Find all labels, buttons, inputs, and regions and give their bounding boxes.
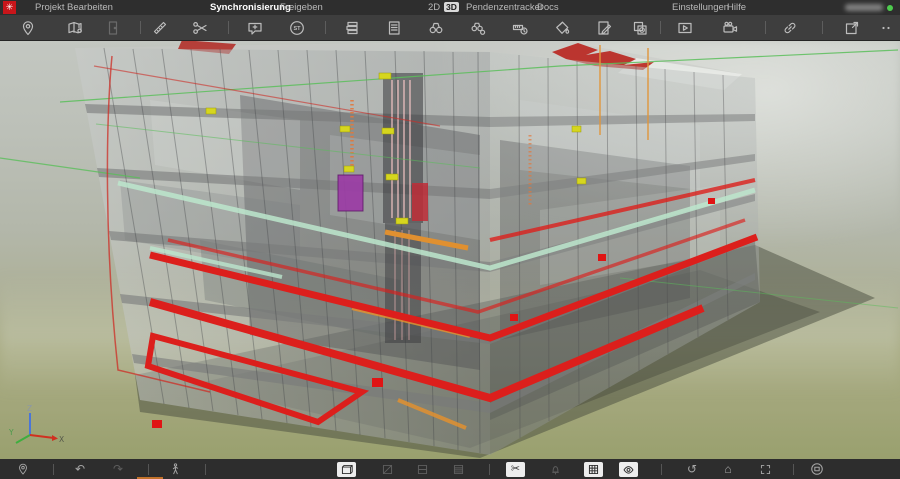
user-name-redacted[interactable] bbox=[845, 4, 883, 11]
filter-binoculars-icon[interactable] bbox=[466, 16, 490, 39]
building-model bbox=[0, 40, 900, 459]
menu-freigeben[interactable]: Freigeben bbox=[280, 0, 323, 15]
bim-viewer-window: ✳ Projekt Bearbeiten Synchronisierung Fr… bbox=[0, 0, 900, 479]
toolbar-divider bbox=[325, 21, 326, 34]
section-box-icon[interactable] bbox=[337, 462, 356, 477]
axis-z-label: Z bbox=[27, 404, 32, 413]
toolbar-divider bbox=[140, 21, 141, 34]
menu-docs[interactable]: Docs bbox=[537, 0, 559, 15]
clip-scissors-icon[interactable]: ✂ bbox=[506, 462, 525, 477]
annotate-document-icon[interactable] bbox=[592, 16, 616, 39]
open-external-icon[interactable] bbox=[840, 16, 864, 39]
door-icon[interactable] bbox=[101, 16, 125, 39]
undo-icon[interactable]: ↶ bbox=[69, 461, 91, 477]
toolbar-divider bbox=[661, 464, 662, 475]
axis-x-label: X bbox=[59, 435, 64, 444]
view-toolbar: ↶ ↷ ✂ ↺ ⌂ bbox=[0, 459, 900, 479]
menu-bearbeiten[interactable]: Bearbeiten bbox=[67, 0, 113, 15]
play-presentation-icon[interactable] bbox=[673, 16, 697, 39]
rotate-view-icon[interactable]: ↺ bbox=[681, 461, 703, 477]
section-plane-icon[interactable] bbox=[376, 461, 398, 477]
perspective-camera-icon[interactable] bbox=[806, 461, 828, 477]
measure-history-icon[interactable] bbox=[508, 16, 532, 39]
toolbar-divider bbox=[489, 464, 490, 475]
measure-pen-icon[interactable] bbox=[148, 16, 172, 39]
toolbar-divider bbox=[822, 21, 823, 34]
model-viewport[interactable]: Z Y X bbox=[0, 40, 900, 459]
toolbar-divider bbox=[793, 464, 794, 475]
properties-document-icon[interactable] bbox=[382, 16, 406, 39]
toolbar-divider bbox=[205, 464, 206, 475]
location-pin-icon[interactable] bbox=[16, 16, 40, 39]
svg-text:ST: ST bbox=[293, 26, 301, 32]
redo-icon[interactable]: ↷ bbox=[107, 461, 129, 477]
more-options-icon[interactable] bbox=[874, 16, 898, 39]
toolbar-divider bbox=[228, 21, 229, 34]
menu-einstellungen[interactable]: Einstellungen bbox=[672, 0, 729, 15]
app-logo-icon[interactable]: ✳ bbox=[3, 1, 16, 14]
axis-y-label: Y bbox=[8, 428, 14, 437]
section-fill-icon[interactable] bbox=[447, 461, 469, 477]
axis-gizmo[interactable]: Z Y X bbox=[8, 402, 66, 450]
paint-bucket-icon[interactable] bbox=[550, 16, 574, 39]
map-location-icon[interactable] bbox=[63, 16, 87, 39]
layers-stack-icon[interactable] bbox=[340, 16, 364, 39]
location-pin-icon[interactable] bbox=[12, 461, 34, 477]
toggle-3d-active[interactable]: 3D bbox=[444, 2, 459, 12]
section-cut-icon[interactable] bbox=[411, 461, 433, 477]
home-view-icon[interactable]: ⌂ bbox=[717, 461, 739, 477]
online-status-dot bbox=[887, 5, 893, 11]
search-binoculars-icon[interactable] bbox=[424, 16, 448, 39]
grid-view-icon[interactable] bbox=[584, 462, 603, 477]
toolbar-divider bbox=[53, 464, 54, 475]
stamp-st-icon[interactable]: ST bbox=[285, 16, 309, 39]
toolbar-divider bbox=[765, 21, 766, 34]
clip-scissors-icon[interactable] bbox=[188, 16, 212, 39]
menu-pendenzentracker[interactable]: Pendenzentracker bbox=[466, 0, 543, 15]
toggle-2d[interactable]: 2D bbox=[428, 0, 440, 15]
toolbar-divider bbox=[660, 21, 661, 34]
zoom-fit-icon[interactable] bbox=[754, 461, 776, 477]
add-comment-icon[interactable] bbox=[243, 16, 267, 39]
visibility-eye-icon[interactable] bbox=[619, 462, 638, 477]
menu-projekt[interactable]: Projekt bbox=[35, 0, 65, 15]
menu-hilfe[interactable]: Hilfe bbox=[727, 0, 746, 15]
walk-mode-icon[interactable] bbox=[164, 461, 186, 477]
toolbar-divider bbox=[148, 464, 149, 475]
notifications-icon[interactable] bbox=[544, 461, 566, 477]
menu-synchronisierung[interactable]: Synchronisierung bbox=[210, 0, 291, 15]
menu-bar: ✳ Projekt Bearbeiten Synchronisierung Fr… bbox=[0, 0, 900, 15]
main-toolbar: ST bbox=[0, 15, 900, 41]
video-camera-icon[interactable] bbox=[718, 16, 742, 39]
link-share-icon[interactable] bbox=[778, 16, 802, 39]
copy-attributes-icon[interactable] bbox=[628, 16, 652, 39]
